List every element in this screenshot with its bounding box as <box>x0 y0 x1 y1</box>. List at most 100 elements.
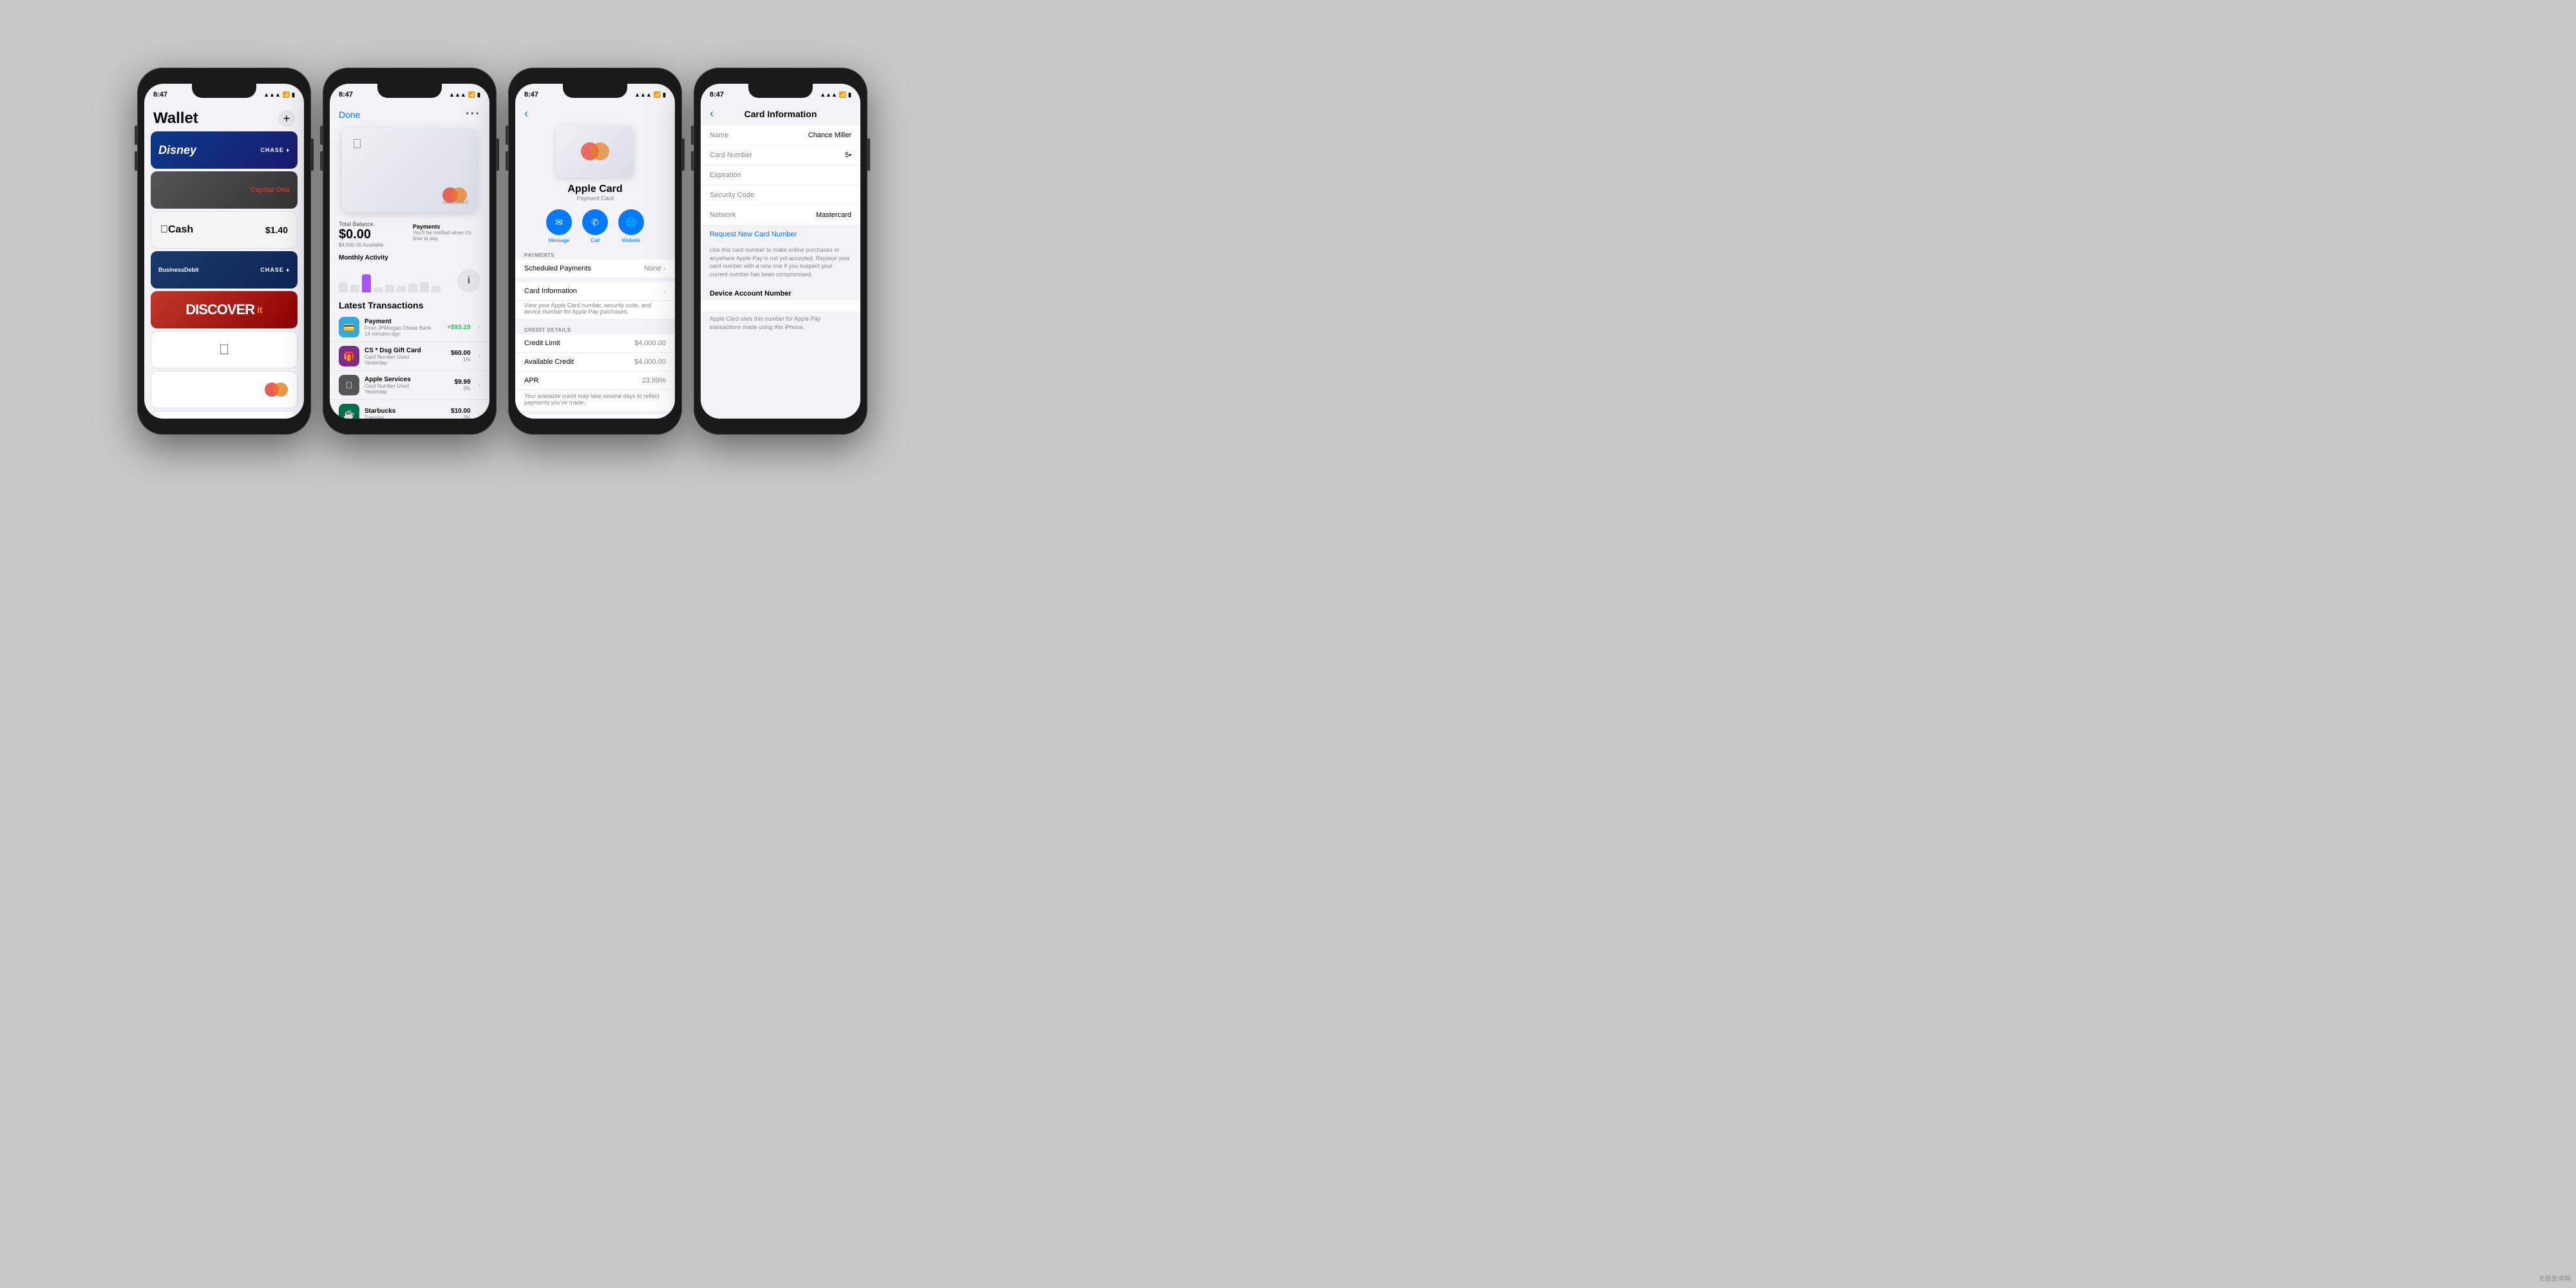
chevron-right-icon: › <box>478 353 480 360</box>
discover-logo: DISCOVER <box>185 301 254 318</box>
vol-down-button[interactable] <box>320 151 323 171</box>
bar-8 <box>420 282 429 292</box>
top-bar: Done ··· <box>330 104 489 124</box>
screen-content: ‹ Apple Card Payment Card ✉ Message ✆ Ca… <box>515 102 675 419</box>
apple-time: Yesterday <box>365 389 450 395</box>
apr-label: APR <box>524 377 539 384</box>
status-icons: ▲▲▲ 📶 ▮ <box>263 91 295 99</box>
done-button[interactable]: Done <box>339 109 360 120</box>
vol-down-button[interactable] <box>691 151 694 171</box>
apple-card-small[interactable]:  <box>151 331 298 368</box>
bar-2 <box>350 285 359 292</box>
add-card-button[interactable]: + <box>278 110 295 127</box>
security-code-row: Security Code <box>701 185 860 205</box>
website-action[interactable]: 🌐 Website <box>618 209 644 243</box>
battery-icon: ▮ <box>663 91 666 99</box>
name-value: Chance Miller <box>808 131 851 139</box>
message-action[interactable]: ✉ Message <box>546 209 572 243</box>
apr-value: 23.99% <box>642 377 666 384</box>
phone-3: 8:47 ▲▲▲ 📶 ▮ ‹ Apple Card Payment Card <box>508 68 682 435</box>
vol-up-button[interactable] <box>135 126 137 145</box>
row-label: Card Information <box>524 287 577 295</box>
dsg-info: CS * Dsg Gift Card Card Number Used Yest… <box>365 347 446 366</box>
card-number-value: 5• <box>845 151 851 159</box>
chevron-right-icon: › <box>478 411 480 418</box>
pct-value: 2% <box>451 415 471 419</box>
message-label: Message <box>549 238 569 243</box>
transaction-dsg[interactable]: 🎁 CS * Dsg Gift Card Card Number Used Ye… <box>330 342 489 371</box>
avail-credit-value: $4,000.00 <box>634 358 666 366</box>
bank-accounts-row[interactable]: Bank Accounts › <box>515 415 675 419</box>
capital-one-card[interactable]: Capital One <box>151 171 298 209</box>
website-icon: 🌐 <box>618 209 644 235</box>
security-code-label: Security Code <box>710 191 754 199</box>
disney-card[interactable]: Disney CHASE ♦ <box>151 131 298 169</box>
vol-up-button[interactable] <box>506 126 508 145</box>
chase-biz-logo: CHASE ♦ <box>260 267 290 273</box>
watermark: 无极安卓网 <box>2539 1273 2571 1283</box>
call-action[interactable]: ✆ Call <box>582 209 608 243</box>
vol-down-button[interactable] <box>506 151 508 171</box>
status-icons: ▲▲▲ 📶 ▮ <box>449 91 480 99</box>
apple-cash-card[interactable]: Cash $1.40 <box>151 211 298 249</box>
row-label: Scheduled Payments <box>524 265 591 272</box>
wallet-title: Wallet <box>153 109 198 128</box>
biz-debit-label: BusinessDebit <box>158 267 199 273</box>
notch <box>377 84 442 98</box>
dsg-amount: $60.00 1% <box>451 350 471 363</box>
capital-one-logo: Capital One <box>251 186 290 194</box>
phone-3-screen: 8:47 ▲▲▲ 📶 ▮ ‹ Apple Card Payment Card <box>515 84 675 419</box>
power-button[interactable] <box>311 138 314 171</box>
card-information-row[interactable]: Card Information › <box>515 282 675 301</box>
mc-orange <box>591 142 609 160</box>
payments-section-header: PAYMENTS <box>515 249 675 260</box>
vol-up-button[interactable] <box>691 126 694 145</box>
status-time: 8:47 <box>710 91 724 99</box>
card-info-rows: Name Chance Miller Card Number 5• Expira… <box>701 126 860 225</box>
bar-7 <box>408 283 417 292</box>
signal-icon: ▲▲▲ <box>634 91 652 98</box>
discover-it-label: it <box>257 305 263 315</box>
scheduled-payments-row[interactable]: Scheduled Payments None › <box>515 260 675 278</box>
wifi-icon: 📶 <box>654 91 661 99</box>
apple-amount: $9.99 3% <box>455 379 471 392</box>
transaction-payment[interactable]: 💳 Payment From JPMorgan Chase Bank 14 mi… <box>330 313 489 342</box>
starbucks-amount: $10.00 2% <box>451 408 471 419</box>
power-button[interactable] <box>682 138 685 171</box>
monthly-activity-section: Monthly Activity i <box>330 252 489 295</box>
chevron-right-icon: › <box>478 382 480 389</box>
available-credit: $4,000.00 Available <box>339 242 406 248</box>
signal-icon: ▲▲▲ <box>449 91 466 98</box>
screen-content: Done ···  mastercard Total Balance $0.0… <box>330 102 489 419</box>
more-options-button[interactable]: ··· <box>466 107 480 122</box>
vol-up-button[interactable] <box>320 126 323 145</box>
website-label: Website <box>622 238 641 243</box>
notch <box>192 84 256 98</box>
bar-6 <box>397 286 406 292</box>
transaction-starbucks[interactable]: ☕ Starbucks Tuesday $10.00 2% › <box>330 400 489 419</box>
power-button[interactable] <box>867 138 870 171</box>
apple-cash-label: Cash <box>160 224 193 236</box>
expiration-label: Expiration <box>710 171 741 179</box>
transaction-apple[interactable]:  Apple Services Card Number Used Yester… <box>330 371 489 400</box>
call-label: Call <box>591 238 600 243</box>
request-new-card-button[interactable]: Request New Card Number <box>701 225 860 243</box>
apr-row: APR 23.99% <box>515 372 675 390</box>
back-button[interactable]: ‹ <box>710 107 714 120</box>
power-button[interactable] <box>497 138 499 171</box>
samsclub-card[interactable]: Sam's Club <box>151 411 298 419</box>
info-button[interactable]: i <box>457 269 480 292</box>
bar-9 <box>431 286 440 292</box>
card-list: Disney CHASE ♦ Capital One Cash $1.40 B… <box>144 131 304 419</box>
vol-down-button[interactable] <box>135 151 137 171</box>
back-button[interactable]: ‹ <box>524 107 528 120</box>
mastercard-placeholder[interactable] <box>151 371 298 408</box>
discover-card[interactable]: DISCOVER it <box>151 291 298 328</box>
battery-icon: ▮ <box>848 91 851 99</box>
amount-value: +$93.19 <box>447 324 470 331</box>
card-number-label: Card Number <box>710 151 752 159</box>
wifi-icon: 📶 <box>283 91 290 99</box>
phone-4-screen: 8:47 ▲▲▲ 📶 ▮ ‹ Card Information Name Cha… <box>701 84 860 419</box>
expiration-row: Expiration <box>701 166 860 185</box>
biz-debit-card[interactable]: BusinessDebit CHASE ♦ <box>151 251 298 289</box>
